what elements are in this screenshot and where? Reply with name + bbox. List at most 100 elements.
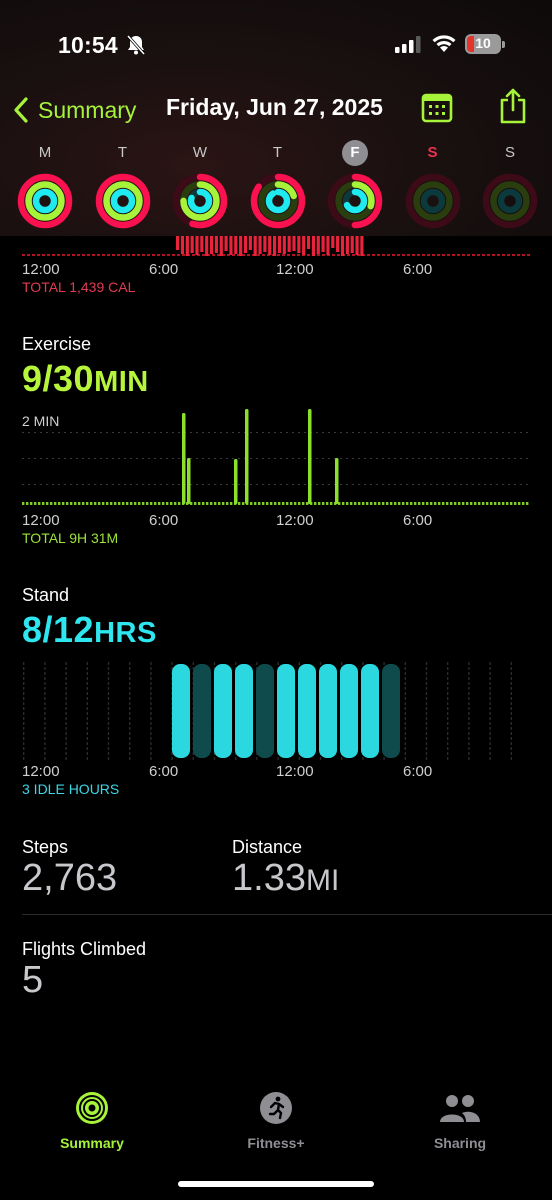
exercise-baseline-dot — [66, 502, 69, 505]
stand-grid-dot — [23, 757, 25, 760]
stand-grid-dot — [447, 697, 449, 700]
stand-grid-dot — [489, 687, 491, 690]
exercise-baseline-dot — [486, 502, 489, 505]
stand-grid-dot — [107, 747, 110, 750]
exercise-baseline-dot — [178, 502, 181, 505]
day-1[interactable]: T — [93, 140, 153, 235]
grid-dot — [148, 484, 150, 485]
grid-dot — [94, 458, 96, 459]
stand-grid-dot — [425, 732, 428, 735]
grid-dot — [418, 432, 420, 433]
back-label: Summary — [38, 96, 137, 123]
grid-dot — [364, 484, 366, 485]
stand-grid-dot — [468, 717, 470, 720]
exercise-baseline-dot — [470, 502, 473, 505]
stand-grid-dot — [65, 727, 67, 730]
grid-dot — [490, 458, 492, 459]
stand-grid-dot — [107, 662, 110, 665]
move-baseline-dot — [147, 254, 150, 256]
stand-grid-dot — [404, 667, 406, 670]
grid-dot — [502, 432, 504, 433]
stand-grid-dot — [150, 732, 152, 735]
move-baseline-dot — [367, 254, 370, 256]
stand-grid-dot — [150, 742, 152, 745]
stand-grid-dot — [383, 757, 385, 760]
exercise-baseline-dot — [290, 502, 293, 505]
calendar-icon[interactable] — [421, 93, 453, 123]
grid-dot — [352, 484, 354, 485]
exercise-baseline-dot — [522, 502, 525, 505]
exercise-baseline-dot — [82, 502, 85, 505]
stand-grid-dot — [44, 687, 46, 690]
grid-dot — [280, 458, 282, 459]
stand-grid-dot — [425, 687, 428, 690]
grid-dot — [346, 484, 348, 485]
exercise-baseline-dot — [430, 502, 433, 505]
tab-sharing[interactable]: Sharing — [400, 1090, 520, 1151]
day-3[interactable]: T — [248, 140, 308, 235]
exercise-baseline-dot — [26, 502, 29, 505]
grid-dot — [502, 458, 504, 459]
move-baseline-dot — [52, 254, 55, 256]
grid-dot — [424, 458, 426, 459]
exercise-baseline-dot — [390, 502, 393, 505]
stand-grid-dot — [150, 692, 152, 695]
exercise-baseline-dot — [218, 502, 221, 505]
exercise-baseline-dot — [46, 502, 49, 505]
runner-icon — [260, 1092, 292, 1124]
exercise-baseline-dot — [262, 502, 265, 505]
grid-dot — [112, 432, 114, 433]
grid-dot — [226, 432, 228, 433]
grid-dot — [478, 458, 480, 459]
back-button[interactable]: Summary — [12, 92, 136, 128]
move-axis-tick: 6:00 — [149, 261, 179, 278]
tab-fitness-plus[interactable]: Fitness+ — [216, 1090, 336, 1151]
stand-grid-dot — [150, 687, 152, 690]
grid-dot — [130, 458, 132, 459]
share-icon[interactable] — [498, 88, 528, 124]
stand-grid-dot — [86, 752, 88, 755]
grid-dot — [250, 458, 252, 459]
grid-dot — [436, 432, 438, 433]
stand-grid-dot — [129, 757, 131, 760]
grid-dot — [64, 458, 66, 459]
stand-grid-dot — [107, 727, 110, 730]
stand-grid-dot — [425, 742, 428, 745]
move-bar — [239, 236, 243, 256]
move-bar — [248, 236, 252, 250]
move-bar — [292, 236, 296, 251]
grid-dot — [364, 432, 366, 433]
exercise-unit: MIN — [94, 366, 149, 398]
stand-grid-dot — [150, 707, 152, 710]
grid-dot — [52, 484, 54, 485]
move-bar — [253, 236, 257, 256]
stand-grid-dot — [150, 702, 152, 705]
exercise-baseline-dot — [154, 502, 157, 505]
exercise-axis-tick: 6:00 — [403, 512, 433, 529]
stand-grid-dot — [107, 697, 110, 700]
stand-axis-tick: 12:00 — [22, 763, 60, 780]
grid-dot — [412, 432, 414, 433]
stand-grid-dot — [107, 672, 110, 675]
grid-dot — [238, 458, 240, 459]
day-6[interactable]: S — [480, 140, 540, 235]
flights-value: 5 — [22, 959, 44, 1001]
day-0[interactable]: M — [15, 140, 75, 235]
week-selector: MTWTFSS — [0, 140, 552, 232]
stand-grid-dot — [23, 732, 25, 735]
tab-summary[interactable]: Summary — [32, 1090, 152, 1151]
exercise-baseline-dot — [286, 502, 289, 505]
day-2[interactable]: W — [170, 140, 230, 235]
grid-dot — [238, 484, 240, 485]
move-baseline-dot — [347, 254, 350, 256]
stand-grid-dot — [404, 712, 406, 715]
stand-grid-dot — [65, 722, 67, 725]
grid-dot — [406, 484, 408, 485]
day-4[interactable]: F — [325, 140, 385, 235]
exercise-baseline-dot — [118, 502, 121, 505]
move-bar — [185, 236, 189, 256]
day-5[interactable]: S — [403, 140, 463, 235]
stand-grid-dot — [23, 727, 25, 730]
exercise-baseline-dot — [274, 502, 277, 505]
grid-dot — [172, 458, 174, 459]
